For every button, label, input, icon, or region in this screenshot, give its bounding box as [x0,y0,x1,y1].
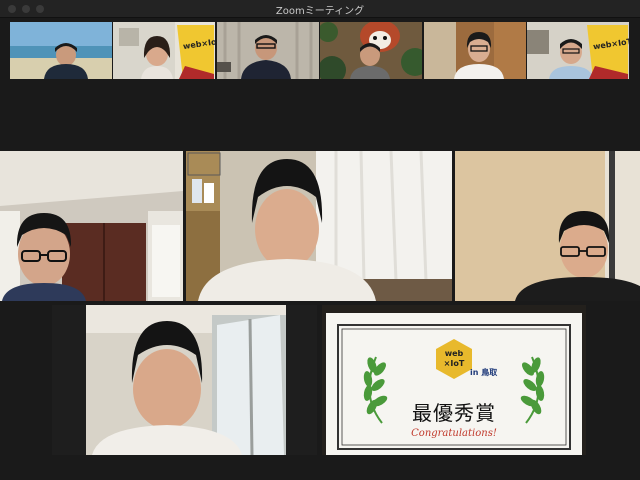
participant-video-tile[interactable] [424,22,526,79]
participant-video-tile[interactable] [217,22,319,79]
participant-video-tile[interactable]: web×IoT [113,22,215,79]
participant-video-tile[interactable] [0,151,183,301]
window-title: Zoomミーティング [275,6,365,17]
participant-video-tile[interactable] [186,151,452,301]
certificate-video-tile[interactable]: web ×IoT in 鳥取 最優秀賞 Congratulations! [322,305,586,455]
certificate-award: 最優秀賞 [412,401,496,425]
participant-video-tile[interactable] [10,22,112,79]
participant-video-tile[interactable] [52,305,317,455]
certificate-location: in 鳥取 [470,368,498,377]
certificate-congratulations: Congratulations! [411,428,497,439]
participant-video-tile[interactable]: web×IoT [527,22,629,79]
participant-video-tile[interactable] [455,151,640,301]
logo-line-2: ×IoT [443,359,465,368]
participant-video-tile[interactable] [320,22,422,79]
window-titlebar: Zoomミーティング [0,0,640,18]
logo-line-1: web [444,349,464,358]
